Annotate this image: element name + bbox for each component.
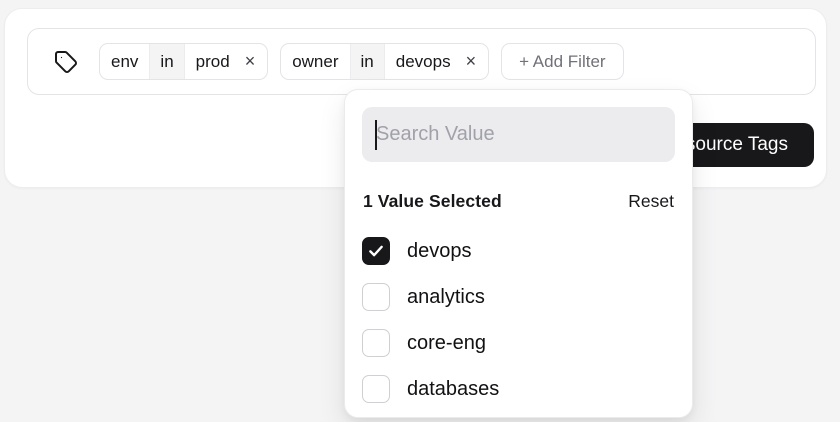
filter-chip-operator[interactable]: in bbox=[350, 44, 385, 79]
tag-icon bbox=[54, 50, 78, 74]
remove-filter-icon[interactable]: × bbox=[462, 44, 489, 79]
search-wrap bbox=[362, 107, 675, 162]
option-label: devops bbox=[407, 240, 472, 263]
reset-button[interactable]: Reset bbox=[628, 191, 674, 212]
filter-chip-value[interactable]: devops bbox=[385, 44, 462, 79]
checkbox-icon[interactable] bbox=[362, 283, 390, 311]
filter-chip-field[interactable]: owner bbox=[281, 44, 349, 79]
filter-chip-operator[interactable]: in bbox=[149, 44, 184, 79]
filter-chip-owner: owner in devops × bbox=[280, 43, 489, 80]
filter-chip-field[interactable]: env bbox=[100, 44, 149, 79]
filter-bar: env in prod × owner in devops × + Add Fi… bbox=[27, 28, 816, 95]
option-analytics[interactable]: analytics bbox=[362, 282, 675, 312]
checkbox-icon[interactable] bbox=[362, 237, 390, 265]
option-label: core-eng bbox=[407, 332, 486, 355]
checkbox-icon[interactable] bbox=[362, 375, 390, 403]
option-databases[interactable]: databases bbox=[362, 374, 675, 404]
checkbox-icon[interactable] bbox=[362, 329, 390, 357]
selection-summary-row: 1 Value Selected Reset bbox=[362, 191, 675, 212]
selection-summary: 1 Value Selected bbox=[363, 191, 502, 212]
options-list: devops analytics core-eng databases bbox=[362, 236, 675, 404]
filter-chip-value[interactable]: prod bbox=[185, 44, 241, 79]
option-label: databases bbox=[407, 378, 499, 401]
filter-value-dropdown: 1 Value Selected Reset devops analytics … bbox=[344, 89, 693, 418]
text-caret bbox=[375, 120, 377, 150]
remove-filter-icon[interactable]: × bbox=[241, 44, 268, 79]
add-filter-button[interactable]: + Add Filter bbox=[501, 43, 623, 80]
option-core-eng[interactable]: core-eng bbox=[362, 328, 675, 358]
option-label: analytics bbox=[407, 286, 485, 309]
filter-chip-env: env in prod × bbox=[99, 43, 268, 80]
option-devops[interactable]: devops bbox=[362, 236, 675, 266]
search-value-input[interactable] bbox=[362, 107, 675, 162]
